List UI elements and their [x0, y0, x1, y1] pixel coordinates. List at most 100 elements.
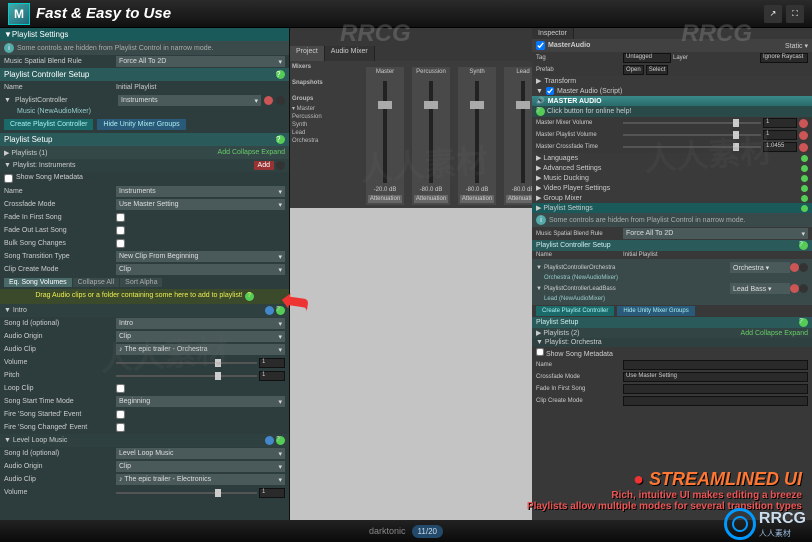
- mute-icon[interactable]: [264, 96, 273, 105]
- layer-dropdown[interactable]: Ignore Raycast: [760, 53, 808, 63]
- mute-icon[interactable]: [799, 143, 808, 152]
- mute-icon[interactable]: [790, 263, 799, 272]
- field-dropdown[interactable]: New Clip From Beginning▾: [116, 251, 285, 262]
- playlist-setup-header[interactable]: Playlist Setup?: [0, 133, 289, 146]
- field-dropdown[interactable]: Instruments▾: [116, 186, 285, 197]
- expand-link[interactable]: Expand: [261, 149, 285, 156]
- insp-show-meta[interactable]: Show Song Metadata: [536, 348, 613, 358]
- playlist-settings-header[interactable]: ▼ Playlist Settings: [0, 28, 289, 41]
- music-blend-dropdown[interactable]: Force All To 2D▾: [116, 56, 285, 67]
- mixer-group-item[interactable]: Orchestra: [292, 137, 358, 145]
- field-check[interactable]: [116, 423, 125, 432]
- field-value[interactable]: 1: [259, 358, 285, 368]
- insp-create-pc[interactable]: Create Playlist Controller: [536, 306, 614, 316]
- field-dropdown[interactable]: Clip▾: [116, 461, 285, 472]
- field-check[interactable]: [116, 226, 125, 235]
- insp-section[interactable]: ▶ Languages: [532, 153, 812, 163]
- insp-hide-mixer[interactable]: Hide Unity Mixer Groups: [617, 306, 694, 316]
- help-icon[interactable]: ?: [276, 70, 285, 79]
- create-pc-button[interactable]: Create Playlist Controller: [4, 119, 93, 130]
- field-dropdown[interactable]: Beginning▾: [116, 396, 285, 407]
- obj-enabled-check[interactable]: [536, 41, 545, 50]
- mute-icon[interactable]: [799, 131, 808, 140]
- insp-pcs[interactable]: Playlist Controller Setup?: [532, 240, 812, 251]
- insp-bot-val[interactable]: [623, 384, 808, 394]
- field-dropdown[interactable]: ♪ The epic trailer - Orchestra▾: [116, 344, 285, 355]
- mixer-group-item[interactable]: Lead: [292, 129, 358, 137]
- insp-value[interactable]: 1.0455: [763, 142, 797, 152]
- pcs-header[interactable]: Playlist Controller Setup?: [0, 68, 289, 81]
- insp-bot-val[interactable]: [623, 360, 808, 370]
- insp-blend-dd[interactable]: Force All To 2D▾: [623, 228, 808, 239]
- loop-section[interactable]: ▼ Level Loop Music: [4, 437, 67, 444]
- insp-bot-val[interactable]: [623, 396, 808, 406]
- insp-value[interactable]: 1: [763, 130, 797, 140]
- field-check[interactable]: [116, 239, 125, 248]
- show-metadata-check[interactable]: Show Song Metadata: [4, 174, 83, 183]
- insp-expand[interactable]: Expand: [784, 330, 808, 337]
- mixer-channel[interactable]: Master-20.0 dBAttenuation: [366, 67, 404, 205]
- insp-slider[interactable]: [623, 122, 761, 124]
- insp-playlists[interactable]: ▶ Playlists (2): [536, 329, 580, 337]
- insp-section[interactable]: ▶ Playlist Settings: [532, 203, 812, 213]
- insp-pl-orchestra[interactable]: ▼ Playlist: Orchestra: [536, 339, 602, 346]
- del-icon[interactable]: [799, 263, 808, 272]
- prefab-select-button[interactable]: Select: [646, 65, 669, 75]
- clone-icon[interactable]: [265, 436, 274, 445]
- insp-collapse[interactable]: Collapse: [755, 330, 782, 337]
- pl-instruments-header[interactable]: ▼ Playlist: Instruments: [4, 162, 76, 169]
- mute-icon[interactable]: [790, 284, 799, 293]
- mixer-group-item[interactable]: ▾ Master: [292, 104, 358, 113]
- field-check[interactable]: [116, 384, 125, 393]
- prefab-open-button[interactable]: Open: [623, 65, 644, 75]
- insp-slider[interactable]: [623, 146, 761, 148]
- tab-sort-alpha[interactable]: Sort Alpha: [120, 278, 162, 287]
- insp-section[interactable]: ▶ Advanced Settings: [532, 163, 812, 173]
- hide-mixer-button[interactable]: Hide Unity Mixer Groups: [97, 119, 185, 130]
- mixer-group-item[interactable]: Percussion: [292, 113, 358, 121]
- field-dropdown[interactable]: Use Master Setting▾: [116, 199, 285, 210]
- insp-slider[interactable]: [623, 134, 761, 136]
- field-dropdown[interactable]: Intro▾: [116, 318, 285, 329]
- clone-icon[interactable]: [265, 306, 274, 315]
- masteraudio-script[interactable]: ▼ Master Audio (Script): [532, 86, 812, 96]
- field-check[interactable]: [116, 213, 125, 222]
- opt-icon[interactable]: [276, 161, 285, 170]
- tab-audio-mixer[interactable]: Audio Mixer: [325, 46, 375, 61]
- obj-name[interactable]: MasterAudio: [548, 42, 590, 49]
- insp-bot-val[interactable]: Use Master Setting: [623, 372, 808, 382]
- help-icon[interactable]: ?: [276, 135, 285, 144]
- playlist-controller-row[interactable]: ▼PlaylistControllerInstruments▾: [0, 94, 289, 107]
- playlists-expand[interactable]: ▶ Playlists (1): [4, 149, 48, 157]
- insp-section[interactable]: ▶ Group Mixer: [532, 193, 812, 203]
- mixer-channel[interactable]: Synth-80.0 dBAttenuation: [458, 67, 496, 205]
- tab-inspector[interactable]: Inspector: [532, 28, 574, 39]
- pc-row[interactable]: ▼PlaylistControllerOrchestraOrchestra ▾: [534, 261, 810, 274]
- tag-dropdown[interactable]: Untagged: [623, 53, 671, 63]
- field-dropdown[interactable]: Clip▾: [116, 331, 285, 342]
- help-icon[interactable]: ?: [799, 241, 808, 250]
- insp-section[interactable]: ▶ Video Player Settings: [532, 183, 812, 193]
- help-icon[interactable]: ?: [276, 436, 285, 445]
- help-icon[interactable]: ?: [536, 107, 545, 116]
- add-link[interactable]: Add: [218, 149, 230, 156]
- insp-value[interactable]: 1: [763, 118, 797, 128]
- add-song-button[interactable]: Add: [254, 161, 274, 170]
- insp-section[interactable]: ▶ Music Ducking: [532, 173, 812, 183]
- pc-row[interactable]: ▼PlaylistControllerLeadBassLead Bass ▾: [534, 282, 810, 295]
- transform-component[interactable]: ▶ Transform: [532, 76, 812, 86]
- pc-playlist-dd[interactable]: Lead Bass ▾: [730, 283, 790, 294]
- mute-icon[interactable]: [799, 119, 808, 128]
- insp-add[interactable]: Add: [741, 330, 753, 337]
- mixer-channel[interactable]: Percussion-80.0 dBAttenuation: [412, 67, 450, 205]
- field-slider[interactable]: [116, 362, 257, 364]
- static-dropdown[interactable]: Static ▾: [785, 42, 808, 50]
- help-icon[interactable]: ?: [245, 292, 254, 301]
- field-dropdown[interactable]: Clip▾: [116, 264, 285, 275]
- help-icon[interactable]: ?: [799, 318, 808, 327]
- field-value[interactable]: 1: [259, 371, 285, 381]
- intro-section[interactable]: ▼ Intro: [4, 307, 27, 314]
- fullscreen-icon[interactable]: ⛶: [786, 5, 804, 23]
- field-slider[interactable]: [116, 492, 257, 494]
- pc-playlist-dropdown[interactable]: Instruments▾: [118, 95, 261, 106]
